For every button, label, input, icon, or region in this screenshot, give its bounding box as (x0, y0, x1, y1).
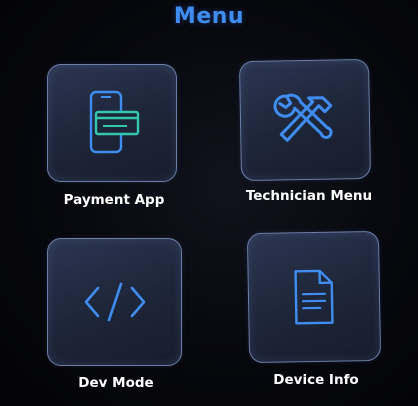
payment-app-label: Payment App (63, 192, 165, 208)
device-info-label: Device Info (273, 372, 359, 388)
payment-phone-card-icon (89, 90, 140, 154)
device-info-button[interactable] (246, 230, 382, 364)
dev-mode-button[interactable] (47, 238, 182, 366)
dev-mode-label: Dev Mode (78, 375, 154, 391)
technician-menu-label: Technician Menu (245, 188, 373, 204)
document-icon (294, 269, 334, 325)
code-brackets-icon (84, 282, 145, 322)
wrench-hammer-icon (273, 93, 333, 142)
payment-app-button[interactable] (47, 64, 177, 182)
page-title: Menu (173, 4, 245, 29)
technician-menu-button[interactable] (238, 58, 372, 182)
menu-screen: Menu Payment App Technician Menu Dev Mod… (0, 0, 418, 406)
